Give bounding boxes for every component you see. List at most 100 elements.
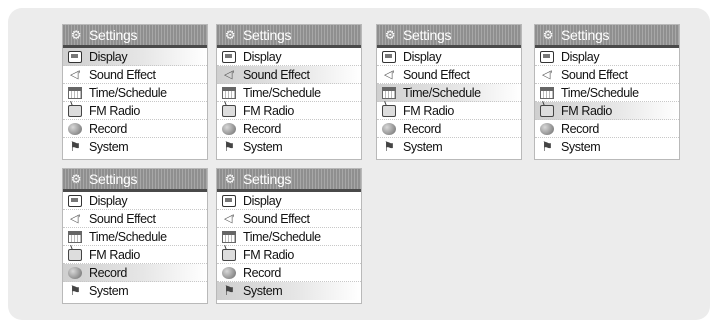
record-icon xyxy=(222,267,236,279)
menu-item-display[interactable]: Display xyxy=(217,48,361,66)
menu-item-fm-radio[interactable]: FM Radio xyxy=(63,246,207,264)
menu-item-system[interactable]: ⚑ System xyxy=(535,138,679,156)
fm-radio-icon xyxy=(222,249,236,261)
menu-item-record[interactable]: Record xyxy=(217,120,361,138)
display-icon xyxy=(68,195,82,207)
menu-item-label: Display xyxy=(403,50,442,64)
settings-header: ⚙ Settings xyxy=(377,25,521,45)
menu-item-label: Sound Effect xyxy=(561,68,628,82)
menu-item-label: System xyxy=(243,284,283,298)
record-icon xyxy=(68,123,82,135)
time-schedule-icon xyxy=(68,87,82,99)
menu-item-fm-radio[interactable]: FM Radio xyxy=(217,102,361,120)
menu-item-label: Time/Schedule xyxy=(243,230,321,244)
menu-item-system[interactable]: ⚑ System xyxy=(63,138,207,156)
menu-item-sound-effect[interactable]: ◁’ Sound Effect xyxy=(217,210,361,228)
menu-item-display[interactable]: Display xyxy=(63,48,207,66)
menu-item-label: Time/Schedule xyxy=(243,86,321,100)
display-icon xyxy=(222,51,236,63)
menu-item-time-schedule[interactable]: Time/Schedule xyxy=(535,84,679,102)
menu-item-record[interactable]: Record xyxy=(63,120,207,138)
display-icon xyxy=(382,51,396,63)
menu-item-label: Display xyxy=(243,50,282,64)
settings-screen: ⚙ Settings Display ◁’ Sound Effect Time/Sched… xyxy=(376,24,522,160)
menu-item-label: Record xyxy=(403,122,441,136)
menu-item-display[interactable]: Display xyxy=(535,48,679,66)
system-icon: ⚑ xyxy=(541,139,553,154)
menu-item-label: Time/Schedule xyxy=(403,86,481,100)
menu-item-label: FM Radio xyxy=(403,104,454,118)
menu-item-label: Time/Schedule xyxy=(89,230,167,244)
settings-title: Settings xyxy=(561,27,610,43)
menu-item-system[interactable]: ⚑ System xyxy=(217,138,361,156)
menu-item-time-schedule[interactable]: Time/Schedule xyxy=(217,84,361,102)
menu-item-record[interactable]: Record xyxy=(535,120,679,138)
menu-item-label: Record xyxy=(561,122,599,136)
menu-item-label: FM Radio xyxy=(89,104,140,118)
menu-item-label: FM Radio xyxy=(89,248,140,262)
menu-item-time-schedule[interactable]: Time/Schedule xyxy=(217,228,361,246)
fm-radio-icon xyxy=(540,105,554,117)
settings-screen: ⚙ Settings Display ◁’ Sound Effect Time/Sched… xyxy=(534,24,680,160)
gear-icon: ⚙ xyxy=(384,28,396,42)
sound-effect-icon: ◁’ xyxy=(223,213,235,225)
menu-item-display[interactable]: Display xyxy=(63,192,207,210)
sound-effect-icon: ◁’ xyxy=(223,69,235,81)
gear-icon: ⚙ xyxy=(224,28,236,42)
menu-item-system[interactable]: ⚑ System xyxy=(377,138,521,156)
settings-title: Settings xyxy=(403,27,452,43)
menu-item-sound-effect[interactable]: ◁’ Sound Effect xyxy=(63,66,207,84)
system-icon: ⚑ xyxy=(383,139,395,154)
menu-item-fm-radio[interactable]: FM Radio xyxy=(377,102,521,120)
record-icon xyxy=(540,123,554,135)
menu-item-time-schedule[interactable]: Time/Schedule xyxy=(63,84,207,102)
sound-effect-icon: ◁’ xyxy=(383,69,395,81)
record-icon xyxy=(68,267,82,279)
display-icon xyxy=(540,51,554,63)
fm-radio-icon xyxy=(68,249,82,261)
settings-title: Settings xyxy=(89,171,138,187)
menu-item-system[interactable]: ⚑ System xyxy=(63,282,207,300)
menu-item-time-schedule[interactable]: Time/Schedule xyxy=(377,84,521,102)
menu-item-sound-effect[interactable]: ◁’ Sound Effect xyxy=(377,66,521,84)
menu-item-label: Sound Effect xyxy=(403,68,470,82)
time-schedule-icon xyxy=(222,231,236,243)
settings-title: Settings xyxy=(89,27,138,43)
settings-title: Settings xyxy=(243,27,292,43)
gear-icon: ⚙ xyxy=(70,172,82,186)
fm-radio-icon xyxy=(382,105,396,117)
menu-item-label: FM Radio xyxy=(243,104,294,118)
menu-item-time-schedule[interactable]: Time/Schedule xyxy=(63,228,207,246)
menu-item-fm-radio[interactable]: FM Radio xyxy=(63,102,207,120)
gear-icon: ⚙ xyxy=(224,172,236,186)
menu-item-system[interactable]: ⚑ System xyxy=(217,282,361,300)
menu-item-label: FM Radio xyxy=(243,248,294,262)
menu-item-sound-effect[interactable]: ◁’ Sound Effect xyxy=(217,66,361,84)
menu-item-label: Time/Schedule xyxy=(561,86,639,100)
menu-item-record[interactable]: Record xyxy=(217,264,361,282)
menu-item-label: Record xyxy=(243,122,281,136)
time-schedule-icon xyxy=(540,87,554,99)
settings-screen: ⚙ Settings Display ◁’ Sound Effect Time/Sched… xyxy=(62,24,208,160)
system-icon: ⚑ xyxy=(223,139,235,154)
menu-item-fm-radio[interactable]: FM Radio xyxy=(217,246,361,264)
menu-item-fm-radio[interactable]: FM Radio xyxy=(535,102,679,120)
menu-item-sound-effect[interactable]: ◁’ Sound Effect xyxy=(63,210,207,228)
menu-item-label: Sound Effect xyxy=(89,68,156,82)
record-icon xyxy=(382,123,396,135)
menu-item-label: Sound Effect xyxy=(243,68,310,82)
menu-item-label: Display xyxy=(243,194,282,208)
menu-item-display[interactable]: Display xyxy=(377,48,521,66)
menu-item-label: System xyxy=(561,140,601,154)
menu-item-record[interactable]: Record xyxy=(63,264,207,282)
menu-item-record[interactable]: Record xyxy=(377,120,521,138)
menu-item-label: Display xyxy=(561,50,600,64)
menu-item-display[interactable]: Display xyxy=(217,192,361,210)
menu-item-label: Display xyxy=(89,194,128,208)
menu-item-label: System xyxy=(403,140,443,154)
menu-item-label: Record xyxy=(89,122,127,136)
time-schedule-icon xyxy=(68,231,82,243)
sound-effect-icon: ◁’ xyxy=(69,213,81,225)
menu-item-sound-effect[interactable]: ◁’ Sound Effect xyxy=(535,66,679,84)
display-icon xyxy=(68,51,82,63)
